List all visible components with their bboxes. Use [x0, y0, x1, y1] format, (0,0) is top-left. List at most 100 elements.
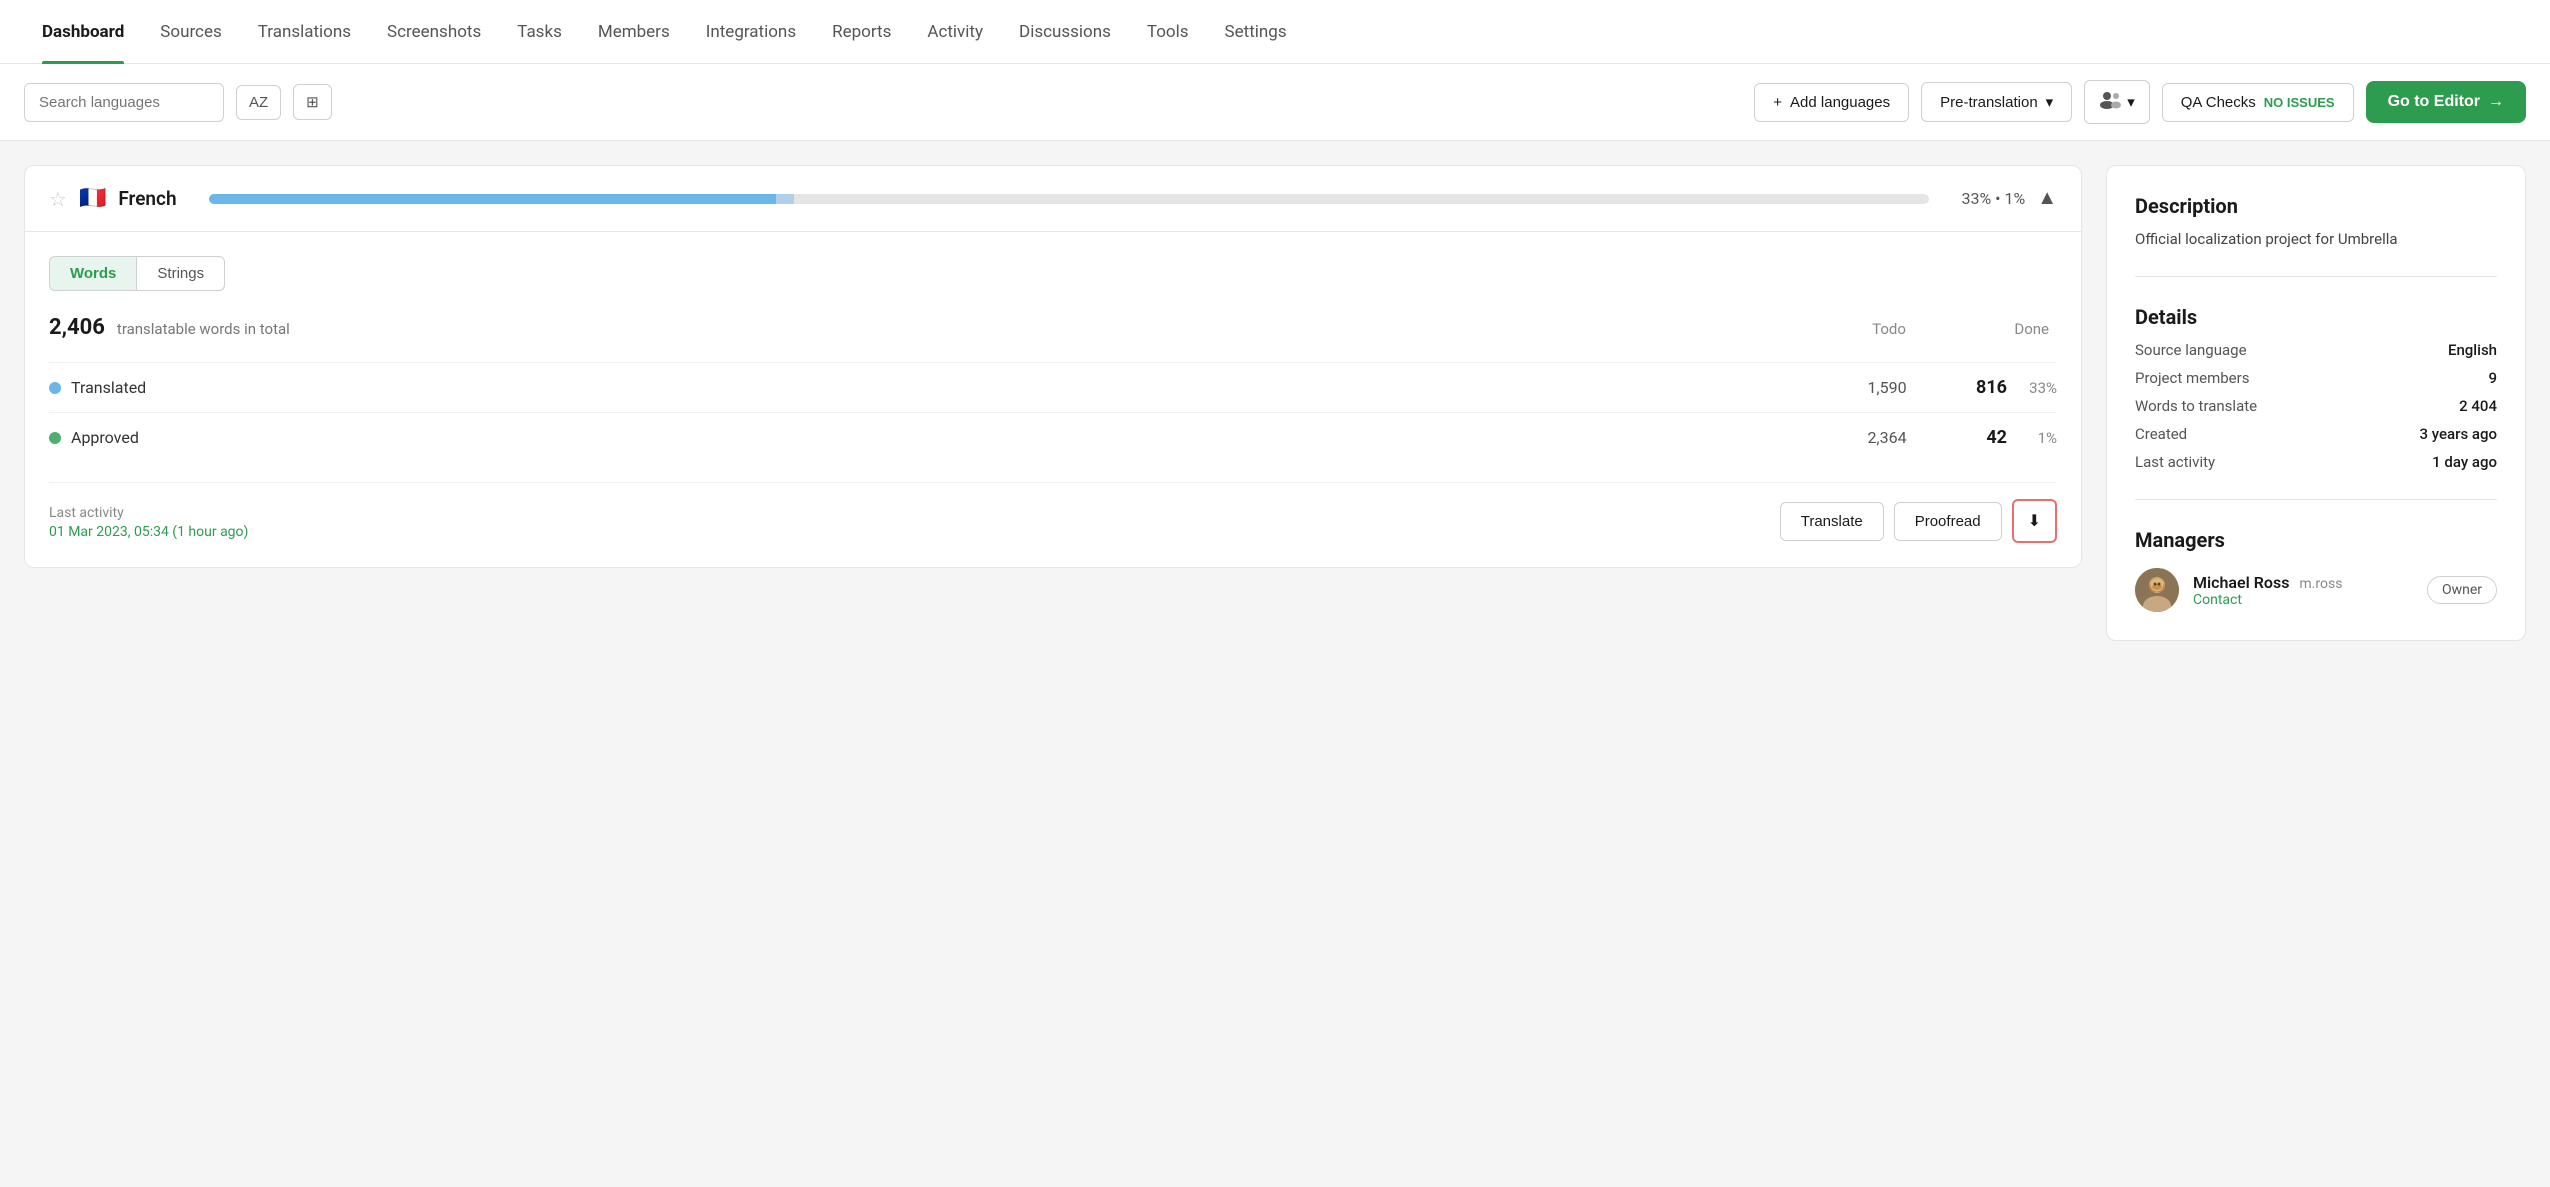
nav-item-dashboard[interactable]: Dashboard: [24, 0, 142, 64]
stat-row-translated: Translated 1,590 816 33%: [49, 362, 2057, 412]
nav-item-members[interactable]: Members: [580, 0, 688, 64]
nav-item-reports[interactable]: Reports: [814, 0, 909, 64]
pre-translation-button[interactable]: Pre-translation ▾: [1921, 82, 2072, 122]
sort-az-icon: AZ: [249, 94, 268, 111]
detail-footer: Last activity 01 Mar 2023, 05:34 (1 hour…: [49, 482, 2057, 543]
manager-name: Michael Ross: [2193, 573, 2289, 592]
language-row-french: ☆ 🇫🇷 French 33% • 1% ▲ Words Strings: [24, 165, 2082, 568]
manager-row: Michael Ross m.ross Contact Owner: [2135, 568, 2497, 612]
translated-dot-icon: [49, 382, 61, 394]
col-header-todo: Todo: [1829, 320, 1949, 338]
description-title: Description: [2135, 194, 2497, 218]
approved-todo: 2,364: [1827, 428, 1947, 447]
details-title: Details: [2135, 305, 2497, 329]
detail-last-activity: Last activity 1 day ago: [2135, 453, 2497, 471]
details-grid: Source language English Project members …: [2135, 341, 2497, 500]
nav-item-tools[interactable]: Tools: [1129, 0, 1207, 64]
collab-chevron-icon: ▾: [2127, 93, 2135, 111]
translated-todo: 1,590: [1827, 378, 1947, 397]
tab-strings[interactable]: Strings: [137, 256, 225, 291]
words-to-translate-val: 2 404: [2459, 397, 2497, 415]
main-content: ☆ 🇫🇷 French 33% • 1% ▲ Words Strings: [0, 141, 2550, 665]
favorite-star-icon[interactable]: ☆: [49, 187, 67, 211]
top-navigation: Dashboard Sources Translations Screensho…: [0, 0, 2550, 64]
stats-tabs: Words Strings: [49, 256, 2057, 291]
manager-username: m.ross: [2299, 576, 2342, 592]
collab-icon: [2099, 91, 2121, 113]
download-button[interactable]: ⬇: [2012, 499, 2057, 543]
translated-pct: 33%: [2007, 379, 2057, 397]
add-languages-button[interactable]: + Add languages: [1754, 83, 1909, 122]
qa-label: QA Checks: [2181, 94, 2256, 111]
chevron-down-icon: ▾: [2046, 93, 2054, 111]
go-to-editor-label: Go to Editor: [2388, 93, 2480, 111]
progress-approved: [776, 194, 793, 204]
nav-item-translations[interactable]: Translations: [240, 0, 369, 64]
qa-status-badge: NO ISSUES: [2264, 95, 2335, 110]
proofread-button[interactable]: Proofread: [1894, 502, 2002, 541]
nav-item-sources[interactable]: Sources: [142, 0, 239, 64]
collapse-button[interactable]: ▲: [2037, 187, 2057, 210]
manager-info: Michael Ross m.ross Contact: [2193, 573, 2413, 608]
action-buttons: Translate Proofread ⬇: [1780, 499, 2057, 543]
col-header-done: Done: [1949, 320, 2049, 338]
created-key: Created: [2135, 425, 2187, 443]
language-header[interactable]: ☆ 🇫🇷 French 33% • 1% ▲: [25, 166, 2081, 231]
project-members-key: Project members: [2135, 369, 2249, 387]
search-input[interactable]: [24, 83, 224, 122]
translated-label: Translated: [71, 378, 1827, 397]
manager-name-row: Michael Ross m.ross: [2193, 573, 2413, 592]
column-headers: Todo Done: [1829, 320, 2057, 338]
detail-words-to-translate: Words to translate 2 404: [2135, 397, 2497, 415]
language-name: French: [118, 187, 176, 210]
translated-done: 816: [1947, 377, 2007, 398]
detail-created: Created 3 years ago: [2135, 425, 2497, 443]
add-languages-label: Add languages: [1790, 94, 1890, 111]
nav-item-activity[interactable]: Activity: [909, 0, 1001, 64]
progress-translated: [209, 194, 777, 204]
nav-item-settings[interactable]: Settings: [1207, 0, 1305, 64]
nav-item-integrations[interactable]: Integrations: [688, 0, 814, 64]
last-activity-key: Last activity: [2135, 453, 2215, 471]
qa-checks-button[interactable]: QA Checks NO ISSUES: [2162, 83, 2354, 122]
last-activity-val: 1 day ago: [2432, 453, 2497, 471]
go-to-editor-button[interactable]: Go to Editor →: [2366, 81, 2526, 123]
stat-row-approved: Approved 2,364 42 1%: [49, 412, 2057, 462]
approved-pct: 1%: [2007, 429, 2057, 447]
nav-item-tasks[interactable]: Tasks: [499, 0, 580, 64]
created-val: 3 years ago: [2420, 425, 2497, 443]
grid-icon: ⊞: [306, 93, 319, 111]
source-language-key: Source language: [2135, 341, 2247, 359]
pretranslation-label: Pre-translation: [1940, 94, 2038, 111]
sort-az-button[interactable]: AZ: [236, 85, 281, 120]
left-panel: ☆ 🇫🇷 French 33% • 1% ▲ Words Strings: [24, 165, 2082, 568]
approved-done: 42: [1947, 427, 2007, 448]
collaborators-button[interactable]: ▾: [2084, 80, 2150, 124]
stats-header: 2,406 translatable words in total Todo D…: [49, 315, 2057, 346]
total-words-count: 2,406: [49, 315, 105, 340]
plus-icon: +: [1773, 94, 1782, 111]
french-flag-icon: 🇫🇷: [79, 186, 106, 211]
nav-item-screenshots[interactable]: Screenshots: [369, 0, 499, 64]
arrow-icon: →: [2488, 93, 2504, 111]
download-icon: ⬇: [2028, 511, 2041, 531]
last-activity-time[interactable]: 01 Mar 2023, 05:34 (1 hour ago): [49, 524, 248, 540]
toolbar: AZ ⊞ + Add languages Pre-translation ▾ ▾…: [0, 64, 2550, 141]
approved-dot-icon: [49, 432, 61, 444]
managers-title: Managers: [2135, 528, 2497, 552]
detail-source-language: Source language English: [2135, 341, 2497, 359]
right-panel: Description Official localization projec…: [2106, 165, 2526, 641]
translate-button[interactable]: Translate: [1780, 502, 1884, 541]
total-words-label: translatable words in total: [117, 320, 290, 338]
grid-view-button[interactable]: ⊞: [293, 84, 332, 120]
manager-avatar: [2135, 568, 2179, 612]
nav-item-discussions[interactable]: Discussions: [1001, 0, 1129, 64]
manager-contact-link[interactable]: Contact: [2193, 592, 2413, 608]
language-detail: Words Strings 2,406 translatable words i…: [25, 231, 2081, 567]
source-language-val: English: [2448, 341, 2497, 359]
last-activity-label: Last activity: [49, 505, 124, 521]
last-activity-info: Last activity 01 Mar 2023, 05:34 (1 hour…: [49, 502, 248, 540]
detail-project-members: Project members 9: [2135, 369, 2497, 387]
approved-label: Approved: [71, 428, 1827, 447]
tab-words[interactable]: Words: [49, 256, 137, 291]
